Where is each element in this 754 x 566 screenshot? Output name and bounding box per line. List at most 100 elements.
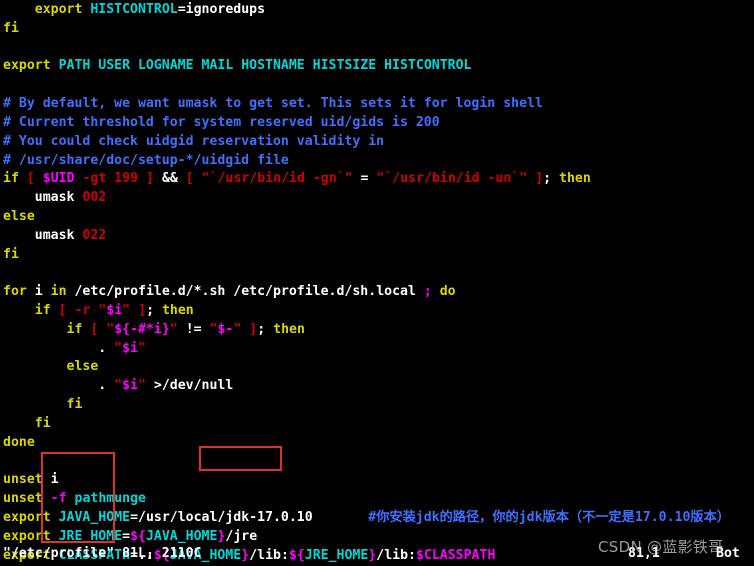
code-token: $i (122, 340, 139, 356)
vim-status-file-info: "/etc/profile" 81L, 2110C (3, 546, 202, 561)
code-token: ; (146, 303, 162, 318)
code-line[interactable]: fi (3, 246, 730, 265)
code-token: = (122, 528, 131, 544)
code-line[interactable]: fi (3, 20, 730, 39)
code-token: -f (50, 491, 67, 507)
code-line[interactable]: . "$i" >/dev/null (3, 377, 730, 396)
code-token: } (241, 547, 250, 563)
code-token: fi (66, 397, 83, 413)
code-token: ${-#*i} (114, 321, 170, 337)
code-token: " (114, 378, 123, 394)
code-line[interactable]: . "$i" (3, 340, 730, 359)
code-token: ] (535, 171, 544, 187)
code-token: [ (58, 303, 67, 318)
code-line[interactable]: umask 002 (3, 189, 730, 208)
code-token: /lib: (376, 547, 416, 563)
code-token: pathmunge (74, 491, 146, 507)
code-line[interactable] (3, 264, 730, 283)
code-token: $i (106, 303, 123, 318)
code-line[interactable] (3, 76, 730, 95)
code-line[interactable]: done (3, 434, 730, 453)
code-token: # You could check uidgid reservation val… (3, 133, 385, 149)
code-token: #你安装jdk的路径，你的jdk版本（不一定是17.0.10版本） (368, 509, 730, 525)
code-token: $UID (42, 171, 75, 187)
code-token: != (177, 321, 210, 337)
code-line[interactable]: unset i (3, 471, 730, 490)
code-token: export (34, 2, 83, 17)
code-token: $i (122, 378, 139, 394)
code-token: "`/usr/bin/id -un`" (376, 171, 528, 187)
code-token: else (66, 359, 99, 375)
code-line[interactable]: export JRE_HOME=${JAVA_HOME}/jre (3, 528, 730, 547)
code-token: ; (543, 171, 560, 187)
code-token: export (3, 58, 51, 74)
code-line[interactable]: # You could check uidgid reservation val… (3, 133, 730, 152)
code-token: [ (185, 171, 194, 187)
code-token: fi (34, 415, 51, 431)
code-token: " (138, 340, 146, 356)
code-line[interactable]: umask 022 (3, 227, 730, 246)
code-line[interactable]: fi (3, 396, 730, 415)
terminal-window[interactable]: export HISTCONTROL=ignoredups fi export P… (0, 0, 754, 566)
code-token: ; (423, 284, 432, 300)
code-line[interactable]: # /usr/share/doc/setup-*/uidgid file (3, 152, 730, 171)
code-token: fi (3, 246, 19, 262)
code-line[interactable]: export PATH USER LOGNAME MAIL HOSTNAME H… (3, 57, 730, 76)
code-token: then (161, 303, 194, 318)
code-line[interactable]: fi (3, 415, 730, 434)
code-line[interactable]: if [ -r "$i" ]; then (3, 302, 730, 321)
vim-buffer[interactable]: export HISTCONTROL=ignoredups fi export P… (3, 1, 730, 566)
code-token: 199 (114, 171, 139, 187)
code-line[interactable]: export HISTCONTROL=ignoredups (3, 1, 730, 20)
code-token: -r (74, 303, 91, 318)
code-token: -gt (82, 171, 107, 187)
code-line[interactable]: # By default, we want umask to get set. … (3, 95, 730, 114)
code-token: [ (26, 171, 35, 187)
code-token: >/dev/null (145, 378, 234, 394)
code-token: done (3, 434, 35, 450)
code-line[interactable]: unset -f pathmunge (3, 490, 730, 509)
code-token: PATH USER LOGNAME MAIL HOSTNAME HISTSIZE… (58, 58, 472, 74)
code-token: JRE_HOME (304, 547, 369, 563)
code-token: ] (146, 171, 154, 187)
code-token: i (42, 472, 59, 488)
code-line[interactable]: if [ "${-#*i}" != "$-" ]; then (3, 321, 730, 340)
code-token: JAVA_HOME (58, 509, 131, 525)
code-token: =/usr/local/jdk-17.0.10 (130, 509, 313, 525)
code-token: export (3, 528, 51, 544)
code-token: if (34, 303, 51, 318)
code-line[interactable]: else (3, 358, 730, 377)
code-token: HISTCONTROL (90, 2, 178, 17)
code-line[interactable]: if [ $UID -gt 199 ] && [ "`/usr/bin/id -… (3, 170, 730, 189)
code-line[interactable] (3, 39, 730, 58)
code-token: if (3, 171, 19, 187)
code-token: " (169, 321, 178, 337)
code-token: in (50, 284, 67, 300)
code-line[interactable]: else (3, 208, 730, 227)
code-token: fi (3, 20, 19, 36)
code-line[interactable]: # Current threshold for system reserved … (3, 114, 730, 133)
code-line[interactable]: export JAVA_HOME=/usr/local/jdk-17.0.10 … (3, 509, 730, 528)
code-token: /lib: (249, 547, 289, 563)
code-line[interactable]: for i in /etc/profile.d/*.sh /etc/profil… (3, 283, 730, 302)
code-line[interactable] (3, 453, 730, 472)
code-token: . (98, 340, 115, 356)
code-token: for (3, 284, 27, 300)
code-token: # By default, we want umask to get set. … (3, 96, 543, 112)
